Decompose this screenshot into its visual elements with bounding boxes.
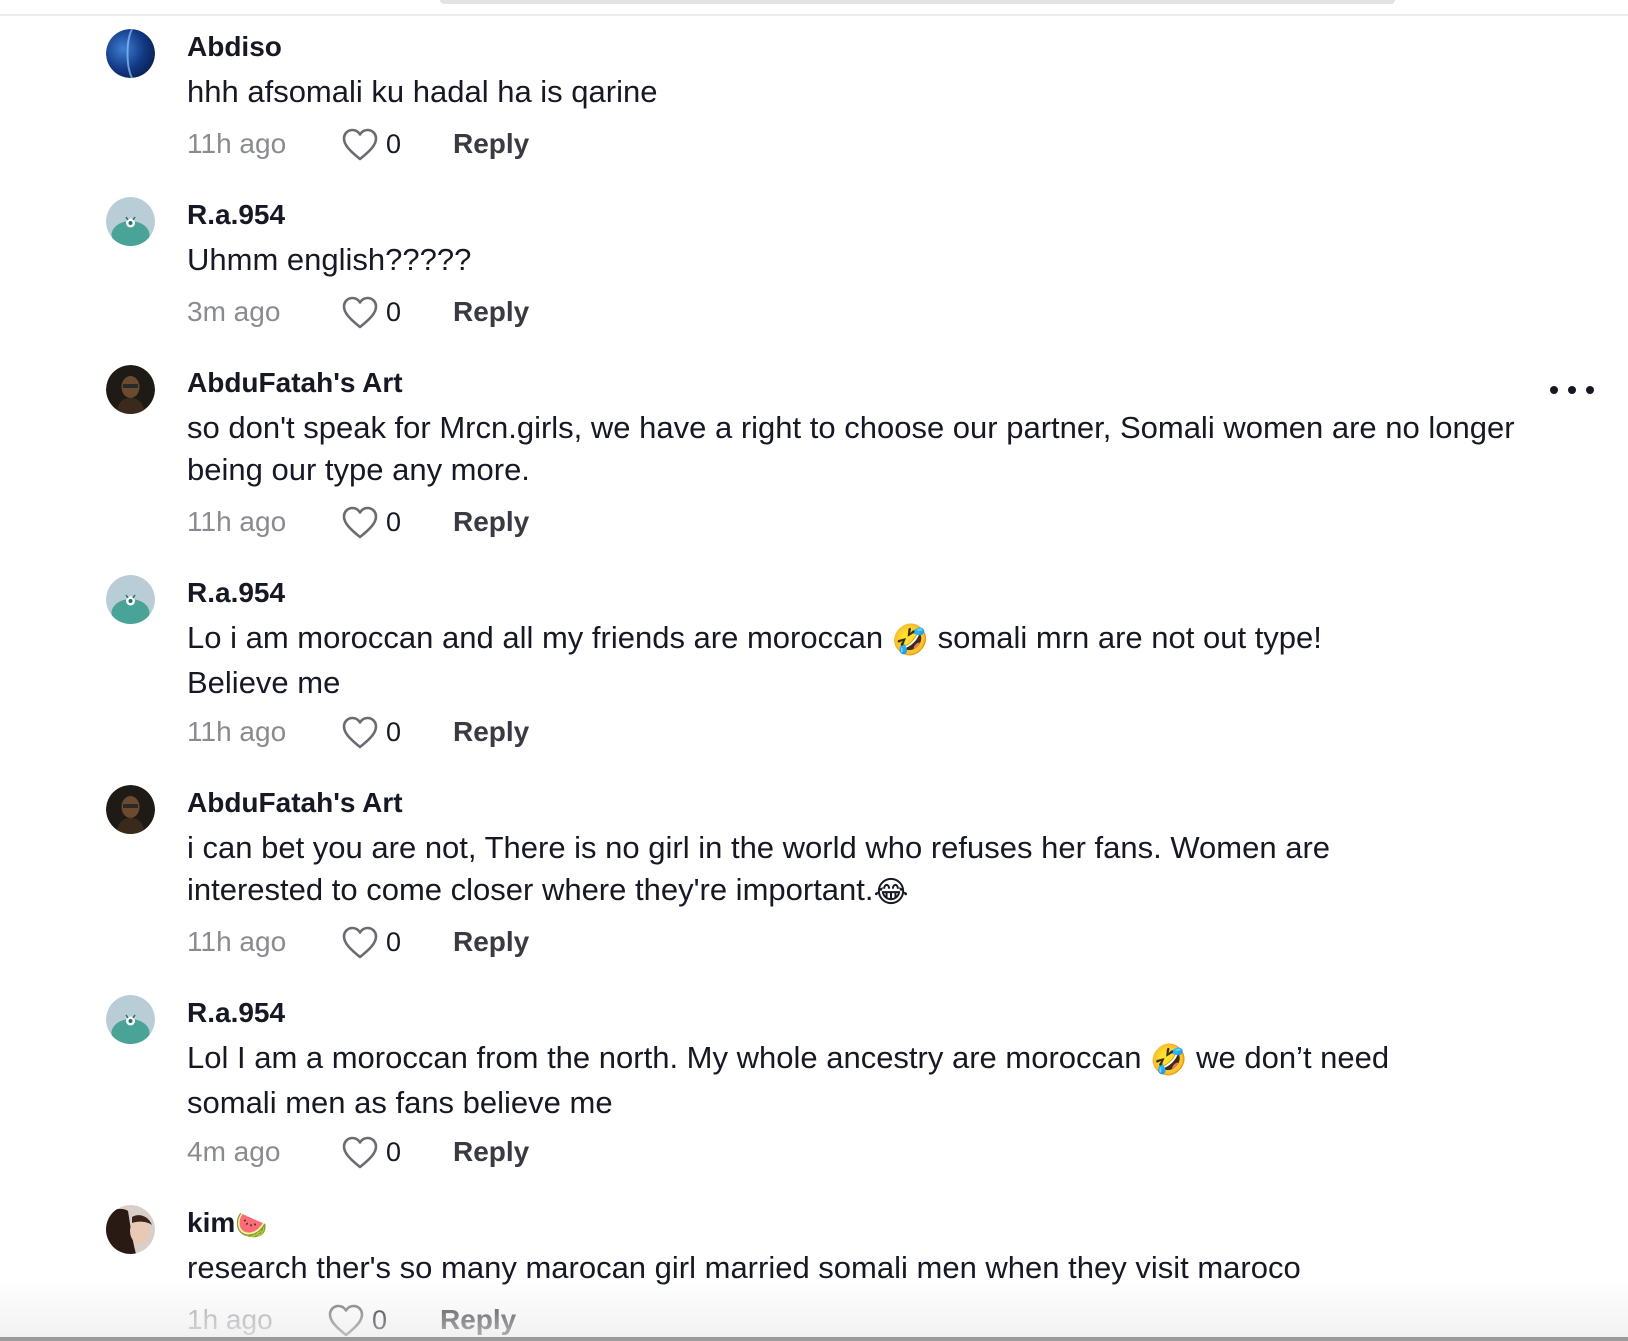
avatar-image bbox=[106, 575, 155, 624]
comment-timestamp: 11h ago bbox=[187, 128, 287, 159]
heart-outline-icon bbox=[342, 296, 378, 328]
like-button[interactable]: 0 bbox=[342, 124, 401, 164]
comment-meta: 3m ago 0 Reply bbox=[187, 292, 787, 332]
reply-button[interactable]: Reply bbox=[453, 128, 529, 160]
like-count: 0 bbox=[386, 506, 402, 537]
comment-text-part: somali mrn are not out type! bbox=[929, 620, 1322, 655]
comment-text-part: Lo i am moroccan and all my friends are … bbox=[187, 620, 892, 655]
comment-timestamp: 11h ago bbox=[187, 926, 287, 957]
drag-handle[interactable] bbox=[440, 0, 1395, 4]
avatar-image bbox=[106, 995, 155, 1044]
reply-button[interactable]: Reply bbox=[453, 506, 529, 538]
comment-text: research ther's so many marocan girl mar… bbox=[187, 1250, 1301, 1285]
comment-text: Uhmm english????? bbox=[187, 242, 472, 277]
avatar[interactable] bbox=[106, 197, 155, 246]
avatar-image bbox=[106, 1205, 155, 1254]
comment-username[interactable]: kim🍉 bbox=[187, 1207, 268, 1241]
ellipsis-dot bbox=[1586, 386, 1594, 394]
comment-timestamp: 3m ago bbox=[187, 296, 281, 327]
like-button[interactable]: 0 bbox=[342, 292, 401, 332]
like-button[interactable]: 0 bbox=[342, 502, 401, 542]
comment-timestamp: 1h ago bbox=[187, 1304, 273, 1335]
rofl-emoji: 🤣 bbox=[1150, 1043, 1188, 1078]
watermelon-emoji: 🍉 bbox=[235, 1211, 268, 1241]
comment-meta: 4m ago 0 Reply bbox=[187, 1132, 787, 1172]
ellipsis-icon[interactable] bbox=[1550, 383, 1594, 397]
avatar[interactable] bbox=[106, 575, 155, 624]
heart-outline-icon bbox=[342, 128, 378, 160]
heart-outline-icon bbox=[342, 926, 378, 958]
like-count: 0 bbox=[386, 926, 402, 957]
comment-text: Lo i am moroccan and all my friends are … bbox=[187, 617, 1527, 704]
avatar[interactable] bbox=[106, 365, 155, 414]
comment-username[interactable]: AbduFatah's Art bbox=[187, 367, 403, 399]
comment-text-part: interested to come closer where they're … bbox=[187, 872, 874, 907]
comment-username[interactable]: R.a.954 bbox=[187, 199, 285, 231]
like-count: 0 bbox=[386, 128, 402, 159]
reply-button[interactable]: Reply bbox=[440, 1304, 516, 1336]
comment-meta: 11h ago 0 Reply bbox=[187, 922, 787, 962]
heart-outline-icon bbox=[342, 506, 378, 538]
comment-text-part: i can bet you are not, There is no girl … bbox=[187, 830, 1331, 865]
like-count: 0 bbox=[386, 296, 402, 327]
comment-username[interactable]: Abdiso bbox=[187, 31, 282, 63]
heart-outline-icon bbox=[328, 1304, 364, 1336]
reply-button[interactable]: Reply bbox=[453, 926, 529, 958]
comment-username[interactable]: R.a.954 bbox=[187, 997, 285, 1029]
ellipsis-dot bbox=[1568, 386, 1576, 394]
comment-text: Lol I am a moroccan from the north. My w… bbox=[187, 1037, 1527, 1124]
avatar[interactable] bbox=[106, 29, 155, 78]
bottom-edge bbox=[0, 1337, 1628, 1341]
like-button[interactable]: 0 bbox=[342, 712, 401, 752]
like-button[interactable]: 0 bbox=[342, 1132, 401, 1172]
comment-text-part: Believe me bbox=[187, 665, 341, 700]
comment-username-text: kim bbox=[187, 1207, 236, 1238]
comment-text-part: Lol I am a moroccan from the north. My w… bbox=[187, 1040, 1151, 1075]
comment-username[interactable]: AbduFatah's Art bbox=[187, 787, 403, 819]
reply-button[interactable]: Reply bbox=[453, 296, 529, 328]
comment-timestamp: 11h ago bbox=[187, 506, 287, 537]
comment-text: so don't speak for Mrcn.girls, we have a… bbox=[187, 410, 1515, 487]
rofl-emoji: 🤣 bbox=[891, 623, 930, 658]
reply-button[interactable]: Reply bbox=[453, 1136, 529, 1168]
like-button[interactable]: 0 bbox=[342, 922, 401, 962]
avatar[interactable] bbox=[106, 785, 155, 834]
reply-button[interactable]: Reply bbox=[453, 716, 529, 748]
comment-text-part: we don’t need bbox=[1187, 1040, 1390, 1075]
comment-meta: 1h ago 0 Reply bbox=[187, 1300, 787, 1340]
like-count: 0 bbox=[386, 1136, 402, 1167]
comments-panel: Abdiso hhh afsomali ku hadal ha is qarin… bbox=[0, 0, 1628, 1341]
comment-timestamp: 11h ago bbox=[187, 716, 287, 747]
heart-outline-icon bbox=[342, 1136, 378, 1168]
avatar-image bbox=[106, 365, 155, 414]
avatar-image bbox=[106, 197, 155, 246]
heart-outline-icon bbox=[342, 716, 378, 748]
like-count: 0 bbox=[372, 1304, 388, 1335]
comment-timestamp: 4m ago bbox=[187, 1136, 281, 1167]
comment-meta: 11h ago 0 Reply bbox=[187, 712, 787, 752]
comment-text: i can bet you are not, There is no girl … bbox=[187, 827, 1527, 914]
avatar-image bbox=[106, 785, 155, 834]
top-divider bbox=[0, 14, 1628, 16]
avatar[interactable] bbox=[106, 995, 155, 1044]
ellipsis-dot bbox=[1550, 386, 1558, 394]
comment-text-part: somali men as fans believe me bbox=[187, 1085, 613, 1120]
comment-username[interactable]: R.a.954 bbox=[187, 577, 285, 609]
like-button[interactable]: 0 bbox=[328, 1300, 387, 1340]
avatar-image bbox=[106, 29, 155, 78]
comment-meta: 11h ago 0 Reply bbox=[187, 502, 787, 542]
avatar[interactable] bbox=[106, 1205, 155, 1254]
laughing-emoji: 😂 bbox=[873, 875, 909, 910]
comment-meta: 11h ago 0 Reply bbox=[187, 124, 787, 164]
comment-text: hhh afsomali ku hadal ha is qarine bbox=[187, 74, 658, 109]
like-count: 0 bbox=[386, 716, 402, 747]
